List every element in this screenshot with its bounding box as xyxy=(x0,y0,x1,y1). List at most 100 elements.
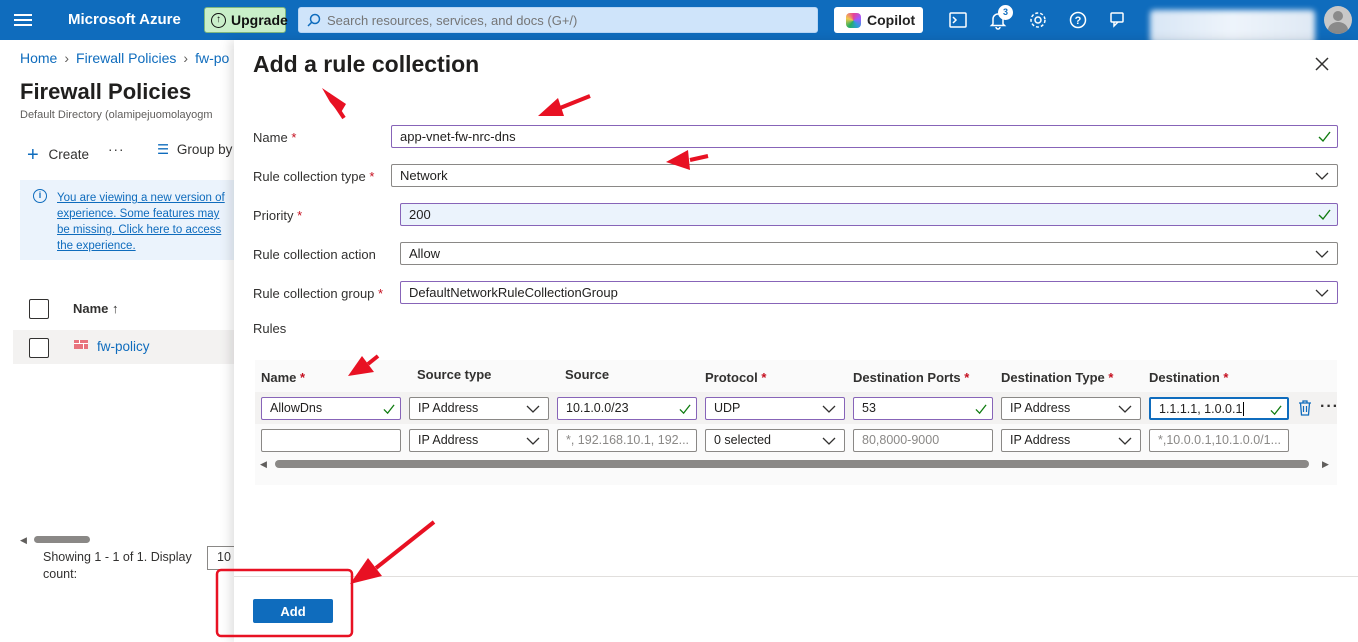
column-header-source-type: Source type xyxy=(417,367,492,382)
chevron-down-icon xyxy=(1118,437,1132,445)
rules-horizontal-scrollbar[interactable] xyxy=(275,460,1309,468)
search-icon xyxy=(307,13,321,27)
rule-collection-action-dropdown[interactable]: Allow xyxy=(400,242,1338,265)
feedback-icon[interactable] xyxy=(1108,10,1128,30)
create-label: Create xyxy=(48,147,89,162)
type-field-label: Rule collection type * xyxy=(253,169,375,184)
group-field-label: Rule collection group * xyxy=(253,286,384,301)
help-icon[interactable]: ? xyxy=(1068,10,1088,30)
source-input-placeholder[interactable]: *, 192.168.10.1, 192... xyxy=(557,429,697,452)
hamburger-menu-icon[interactable] xyxy=(14,11,32,29)
column-header-protocol: Protocol * xyxy=(705,370,767,385)
priority-field-label: Priority * xyxy=(253,208,303,223)
chevron-right-icon: › xyxy=(183,50,189,66)
info-banner: i You are viewing a new version of exper… xyxy=(20,180,234,260)
column-header-source: Source xyxy=(565,367,610,382)
rule-name-input-empty[interactable] xyxy=(261,429,401,452)
column-header-name: Name * xyxy=(261,370,306,385)
brand-label[interactable]: Microsoft Azure xyxy=(68,11,181,28)
valid-check-icon xyxy=(1318,209,1331,221)
chevron-right-icon: › xyxy=(64,50,70,66)
breadcrumb-home[interactable]: Home xyxy=(20,50,57,66)
gear-icon[interactable] xyxy=(1028,10,1048,30)
valid-check-icon xyxy=(679,404,691,415)
breadcrumb-firewall-policies[interactable]: Firewall Policies xyxy=(76,50,176,66)
copilot-label: Copilot xyxy=(867,12,916,28)
rules-grid-header: Name * Source type Source Protocol * Des… xyxy=(234,367,1358,387)
valid-check-icon xyxy=(383,404,395,415)
account-name-blurred[interactable] xyxy=(1150,10,1315,44)
avatar[interactable] xyxy=(1324,6,1352,34)
close-icon[interactable] xyxy=(1312,54,1332,74)
row-checkbox[interactable] xyxy=(29,338,49,358)
scroll-left-icon[interactable]: ◀ xyxy=(20,535,27,546)
delete-icon[interactable] xyxy=(1298,400,1312,416)
search-box[interactable] xyxy=(298,7,818,33)
source-type-dropdown[interactable]: IP Address xyxy=(409,397,549,420)
protocol-dropdown[interactable]: UDP xyxy=(705,397,845,420)
rule-collection-group-dropdown[interactable]: DefaultNetworkRuleCollectionGroup xyxy=(400,281,1338,304)
scroll-left-icon[interactable]: ◀ xyxy=(260,459,267,470)
column-header-name[interactable]: Name ↑ xyxy=(73,301,119,316)
destination-input-placeholder[interactable]: *,10.0.0.1,10.1.0.0/1... xyxy=(1149,429,1289,452)
valid-check-icon xyxy=(1318,131,1331,143)
group-by-label: Group by xyxy=(176,142,233,157)
destination-input[interactable]: 1.1.1.1, 1.0.0.1 xyxy=(1149,397,1289,420)
panel-title: Add a rule collection xyxy=(253,51,480,77)
rule-collection-type-dropdown[interactable]: Network xyxy=(391,164,1338,187)
showing-count-text: Showing 1 - 1 of 1. Display count: xyxy=(43,550,192,581)
destination-type-dropdown[interactable]: IP Address xyxy=(1001,397,1141,420)
group-by-button[interactable]: ☰ Group by xyxy=(157,142,232,158)
list-horizontal-scrollbar[interactable] xyxy=(34,536,90,543)
source-type-dropdown[interactable]: IP Address xyxy=(409,429,549,452)
rule-name-input[interactable]: AllowDns xyxy=(261,397,401,420)
destination-ports-input[interactable]: 53 xyxy=(853,397,993,420)
svg-text:?: ? xyxy=(1075,15,1082,27)
page-subtitle: Default Directory (olamipejuomolayogm xyxy=(20,109,213,121)
upgrade-label: Upgrade xyxy=(231,12,288,28)
valid-check-icon xyxy=(975,404,987,415)
priority-input[interactable]: 200 xyxy=(400,203,1338,226)
info-banner-link[interactable]: You are viewing a new version of experie… xyxy=(57,190,234,254)
chevron-down-icon xyxy=(822,405,836,413)
chevron-down-icon xyxy=(1315,289,1329,297)
notification-count-badge: 3 xyxy=(998,5,1013,20)
add-rule-collection-panel: Add a rule collection Name * app-vnet-fw… xyxy=(234,40,1358,642)
destination-type-dropdown[interactable]: IP Address xyxy=(1001,429,1141,452)
chevron-down-icon xyxy=(526,405,540,413)
top-bar: Microsoft Azure ↑ Upgrade Copilot 3 ? xyxy=(0,0,1358,44)
chevron-down-icon xyxy=(1118,405,1132,413)
breadcrumb: Home › Firewall Policies › fw-po xyxy=(20,50,229,66)
create-button[interactable]: + Create xyxy=(27,142,89,166)
info-icon: i xyxy=(33,189,47,203)
display-count-select[interactable]: 10 xyxy=(207,546,237,570)
more-actions-button[interactable]: ··· xyxy=(108,142,125,157)
copilot-logo-icon xyxy=(846,13,861,28)
source-input[interactable]: 10.1.0.0/23 xyxy=(557,397,697,420)
destination-ports-input-placeholder[interactable]: 80,8000-9000 xyxy=(853,429,993,452)
select-all-checkbox[interactable] xyxy=(29,299,49,319)
column-header-destination: Destination * xyxy=(1149,370,1229,385)
cloud-shell-icon[interactable] xyxy=(948,10,968,30)
upgrade-button[interactable]: ↑ Upgrade xyxy=(204,7,288,33)
panel-footer: Add xyxy=(234,576,1358,642)
arrow-up-icon: ↑ xyxy=(211,13,226,28)
group-by-icon: ☰ xyxy=(157,142,170,157)
protocol-dropdown[interactable]: 0 selected xyxy=(705,429,845,452)
search-input[interactable] xyxy=(327,12,807,28)
row-more-icon[interactable]: ··· xyxy=(1320,398,1339,416)
copilot-button[interactable]: Copilot xyxy=(834,7,923,33)
plus-icon: + xyxy=(27,144,39,166)
action-field-label: Rule collection action xyxy=(253,247,376,262)
add-button[interactable]: Add xyxy=(253,599,333,623)
valid-check-icon xyxy=(1270,405,1282,416)
breadcrumb-fw-policy[interactable]: fw-po xyxy=(195,50,229,66)
collection-name-input[interactable]: app-vnet-fw-nrc-dns xyxy=(391,125,1338,148)
firewall-policy-icon xyxy=(74,340,88,349)
rules-section-label: Rules xyxy=(253,321,287,336)
name-field-label: Name * xyxy=(253,130,297,145)
scroll-right-icon[interactable]: ▶ xyxy=(1322,459,1329,470)
policy-link[interactable]: fw-policy xyxy=(97,339,150,354)
chevron-down-icon xyxy=(526,437,540,445)
chevron-down-icon xyxy=(1315,172,1329,180)
